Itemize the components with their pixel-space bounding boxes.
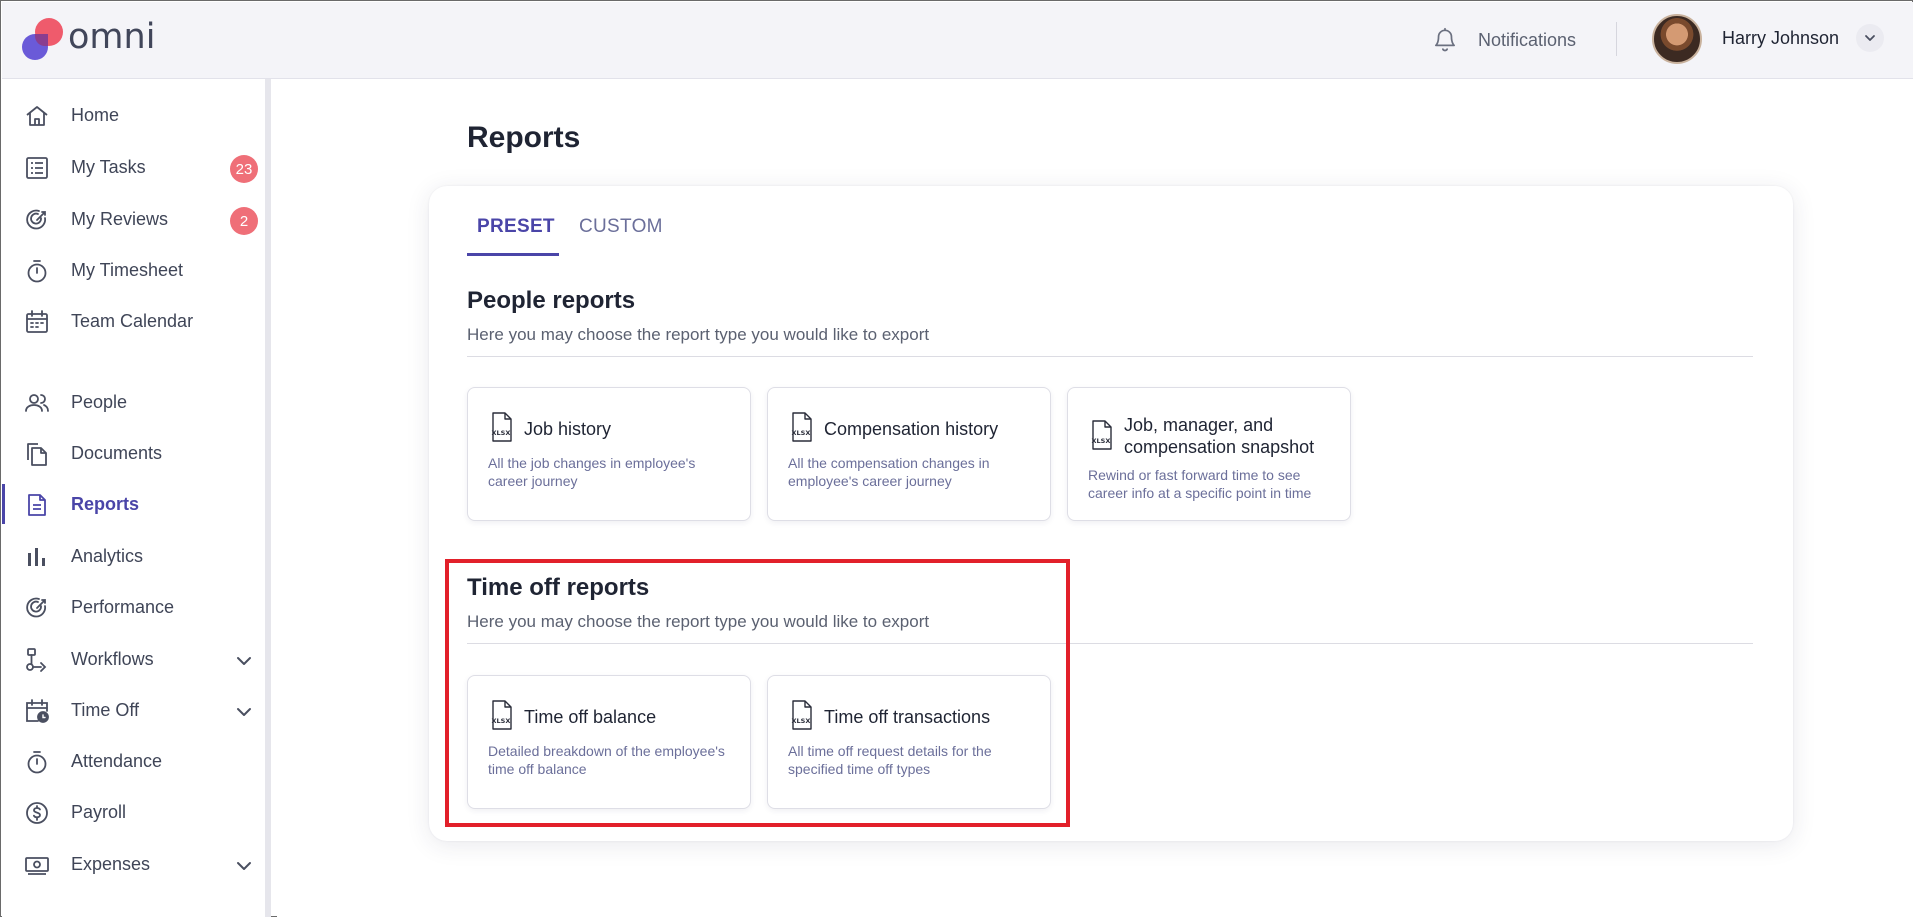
sidebar-item-analytics[interactable]: Analytics: [2, 534, 265, 578]
report-title: Job, manager, and compensation snapshot: [1124, 415, 1315, 457]
report-document-icon: [24, 492, 50, 518]
documents-icon: [24, 441, 50, 467]
user-avatar[interactable]: [1652, 14, 1702, 64]
xlsx-file-icon: XLSX: [492, 412, 512, 442]
bell-icon: [1434, 27, 1456, 52]
sidebar-item-label: People: [71, 392, 128, 412]
report-card-time-off-transactions[interactable]: XLSX Time off transactions All time off …: [767, 675, 1051, 809]
bar-chart-icon: [24, 544, 50, 570]
report-card-job-manager-compensation-snapshot[interactable]: XLSX Job, manager, and compensation snap…: [1067, 387, 1351, 521]
report-description: All time off request details for the spe…: [788, 743, 992, 777]
svg-text:XLSX: XLSX: [792, 429, 811, 437]
sidebar-item-my-reviews[interactable]: My Reviews 2: [2, 197, 265, 241]
logo-text: omni: [68, 17, 156, 57]
report-description: Rewind or fast forward time to see caree…: [1088, 467, 1312, 501]
user-menu-toggle[interactable]: [1856, 24, 1884, 52]
xlsx-file-icon: XLSX: [492, 700, 512, 730]
section-subtitle: Here you may choose the report type you …: [467, 325, 930, 344]
svg-text:XLSX: XLSX: [792, 717, 811, 725]
sidebar-item-performance[interactable]: Performance: [2, 585, 265, 629]
calendar-icon: [24, 309, 50, 335]
chevron-down-icon[interactable]: [234, 856, 254, 876]
notifications-label: Notifications: [1478, 29, 1577, 50]
sidebar-item-label: Team Calendar: [71, 311, 194, 331]
section-subtitle: Here you may choose the report type you …: [467, 612, 930, 631]
sidebar-item-home[interactable]: Home: [2, 93, 265, 137]
xlsx-file-icon: XLSX: [1092, 420, 1112, 450]
chevron-down-icon[interactable]: [234, 651, 254, 671]
report-title: Job history: [524, 419, 612, 439]
sidebar-item-label: Expenses: [71, 854, 151, 874]
header-divider: [1616, 22, 1617, 56]
svg-text:XLSX: XLSX: [492, 717, 511, 725]
reviews-count-badge: 2: [230, 207, 258, 235]
report-title: Time off balance: [524, 707, 657, 727]
sidebar-item-label: My Timesheet: [71, 260, 184, 280]
omni-logo[interactable]: omni: [22, 16, 162, 60]
active-tab-indicator: [467, 253, 559, 256]
chevron-down-icon: [1865, 35, 1875, 41]
sidebar-item-team-calendar[interactable]: Team Calendar: [2, 299, 265, 343]
report-description: Detailed breakdown of the employee's tim…: [488, 743, 725, 777]
chevron-down-icon[interactable]: [234, 702, 254, 722]
sidebar-item-label: Analytics: [71, 546, 144, 566]
xlsx-file-icon: XLSX: [792, 412, 812, 442]
notifications-button[interactable]: Notifications: [1432, 24, 1576, 56]
sidebar-item-workflows[interactable]: Workflows: [2, 637, 265, 681]
sidebar-item-label: Performance: [71, 597, 175, 617]
report-title: Compensation history: [824, 419, 999, 439]
tab-custom[interactable]: CUSTOM: [579, 216, 663, 238]
section-title-people-reports: People reports: [467, 287, 636, 314]
sidebar-item-label: Home: [71, 105, 120, 125]
user-name[interactable]: Harry Johnson: [1722, 28, 1839, 49]
top-bar: omni Notifications Harry Johnson: [2, 2, 1913, 79]
calendar-clock-icon: [24, 698, 50, 724]
sidebar-item-reports[interactable]: Reports: [2, 482, 265, 526]
stopwatch-icon: [24, 258, 50, 284]
report-title: Time off transactions: [824, 707, 991, 727]
tasks-count-badge: 23: [230, 155, 258, 183]
svg-text:XLSX: XLSX: [492, 429, 511, 437]
reviews-icon: [24, 207, 50, 233]
sidebar-item-label: My Tasks: [71, 157, 146, 177]
sidebar-item-expenses[interactable]: Expenses: [2, 842, 265, 886]
report-description: All the compensation changes in employee…: [788, 455, 990, 489]
stopwatch-icon: [24, 749, 50, 775]
performance-icon: [24, 595, 50, 621]
sidebar-item-attendance[interactable]: Attendance: [2, 739, 265, 783]
people-icon: [24, 390, 50, 416]
page-title: Reports: [467, 121, 581, 154]
report-card-job-history[interactable]: XLSX Job history All the job changes in …: [467, 387, 751, 521]
sidebar-item-label: Attendance: [71, 751, 163, 771]
sidebar-item-time-off[interactable]: Time Off: [2, 688, 265, 732]
section-title-time-off-reports: Time off reports: [467, 574, 650, 601]
sidebar-item-label: Workflows: [71, 649, 154, 669]
dollar-circle-icon: [24, 800, 50, 826]
section-divider: [467, 356, 1753, 357]
sidebar-item-label: Time Off: [71, 700, 140, 720]
sidebar-item-label: Reports: [71, 494, 140, 514]
svg-text:XLSX: XLSX: [1092, 437, 1111, 445]
cash-icon: [24, 852, 50, 878]
sidebar-item-people[interactable]: People: [2, 380, 265, 424]
sidebar-item-documents[interactable]: Documents: [2, 431, 265, 475]
sidebar-item-label: Documents: [71, 443, 163, 463]
sidebar-item-label: Payroll: [71, 802, 127, 822]
section-divider: [467, 643, 1753, 644]
xlsx-file-icon: XLSX: [792, 700, 812, 730]
home-icon: [24, 103, 50, 129]
sidebar-item-label: My Reviews: [71, 209, 169, 229]
report-description: All the job changes in employee's career…: [488, 455, 696, 489]
tab-preset[interactable]: PRESET: [477, 216, 555, 238]
sidebar-item-my-timesheet[interactable]: My Timesheet: [2, 248, 265, 292]
tasks-list-icon: [24, 155, 50, 181]
sidebar-item-my-tasks[interactable]: My Tasks 23: [2, 145, 265, 189]
app-window: omni Notifications Harry Johnson Home My…: [0, 0, 1913, 917]
sidebar: Home My Tasks 23 My Reviews 2 My Timeshe…: [2, 79, 271, 917]
sidebar-item-payroll[interactable]: Payroll: [2, 790, 265, 834]
workflow-icon: [24, 647, 50, 673]
report-card-compensation-history[interactable]: XLSX Compensation history All the compen…: [767, 387, 1051, 521]
report-card-time-off-balance[interactable]: XLSX Time off balance Detailed breakdown…: [467, 675, 751, 809]
